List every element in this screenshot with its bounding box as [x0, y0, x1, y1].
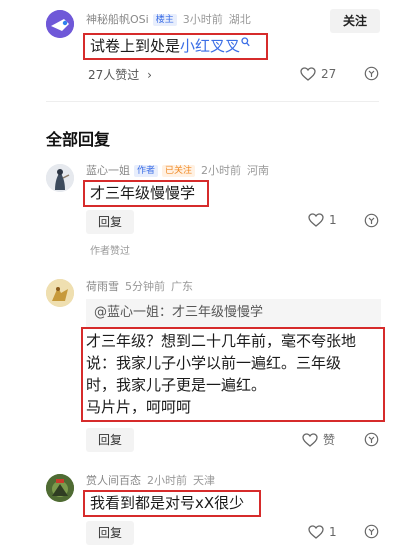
heart-icon [308, 525, 324, 539]
reply-meta: 赏人间百态 2小时前 天津 [86, 474, 215, 488]
reply-button[interactable]: 回复 [86, 210, 134, 234]
reply-text-line: 才三年级？想到二十几年前，毫不夸张地 [86, 332, 357, 350]
username[interactable]: 神秘船帆OSi [86, 13, 149, 26]
like-button[interactable]: 赞 [302, 432, 335, 448]
comment-text: 试卷上到处是小红叉叉 [90, 35, 250, 57]
author-liked-note: 作者赞过 [90, 246, 130, 257]
like-button[interactable]: 27 [300, 66, 336, 82]
like-button[interactable]: 1 [308, 212, 337, 228]
author-badge: 作者 [134, 165, 159, 177]
heart-icon [300, 67, 316, 81]
reply-meta: 荷雨雪 5分钟前 广东 [86, 280, 193, 294]
dislike-icon[interactable] [364, 432, 379, 447]
location: 河南 [247, 164, 270, 177]
comment-text-prefix: 试卷上到处是 [90, 37, 181, 55]
reply-text-line: 说：我家儿子小学以前一遍红。三年级 [86, 354, 342, 372]
search-link[interactable]: 小红叉叉 [180, 37, 240, 55]
section-title: 全部回复 [46, 130, 111, 149]
avatar[interactable] [46, 164, 74, 192]
username[interactable]: 蓝心一姐 [86, 164, 130, 177]
timestamp: 3小时前 [182, 13, 223, 26]
timestamp: 2小时前 [147, 474, 187, 487]
dislike-icon[interactable] [364, 66, 379, 81]
divider [46, 101, 379, 102]
heart-icon [302, 433, 318, 447]
dislike-icon[interactable] [364, 524, 379, 539]
like-count: 27 [321, 67, 337, 81]
search-icon[interactable] [241, 37, 250, 47]
username[interactable]: 赏人间百态 [86, 474, 141, 487]
dislike-icon[interactable] [364, 213, 379, 228]
avatar[interactable] [46, 474, 74, 502]
timestamp: 5分钟前 [125, 280, 165, 293]
reply-text: 我看到都是对号xX很少 [90, 494, 245, 512]
liked-by-label: 27人赞过 [88, 68, 140, 82]
reply-meta: 蓝心一姐 作者 已关注 2小时前 河南 [86, 164, 269, 178]
like-count: 赞 [323, 433, 336, 447]
reply-text: 才三年级慢慢学 [90, 184, 196, 202]
follow-button[interactable]: 关注 [330, 9, 380, 33]
liked-by[interactable]: 27人赞过 › [88, 66, 152, 83]
following-badge: 已关注 [162, 165, 196, 177]
heart-icon [308, 213, 324, 227]
reply-text-line: 时，我家儿子更是一遍红。 [86, 376, 267, 394]
location: 广东 [171, 280, 193, 293]
username[interactable]: 荷雨雪 [86, 280, 119, 293]
location: 湖北 [228, 13, 251, 26]
avatar[interactable] [46, 279, 74, 307]
host-badge: 楼主 [152, 14, 177, 26]
quoted-reply[interactable]: @蓝心一姐：才三年级慢慢学 [86, 299, 381, 327]
like-button[interactable]: 1 [308, 524, 337, 540]
reply-button[interactable]: 回复 [86, 521, 134, 545]
timestamp: 2小时前 [201, 164, 242, 177]
chevron-right-icon: › [147, 68, 152, 82]
comment-meta: 神秘船帆OSi 楼主 3小时前 湖北 [86, 13, 251, 27]
location: 天津 [193, 474, 215, 487]
reply-text-line: 马片片，呵呵呵 [86, 398, 192, 416]
like-count: 1 [329, 213, 337, 227]
avatar[interactable] [46, 10, 74, 38]
reply-button[interactable]: 回复 [86, 428, 134, 452]
like-count: 1 [329, 525, 337, 539]
